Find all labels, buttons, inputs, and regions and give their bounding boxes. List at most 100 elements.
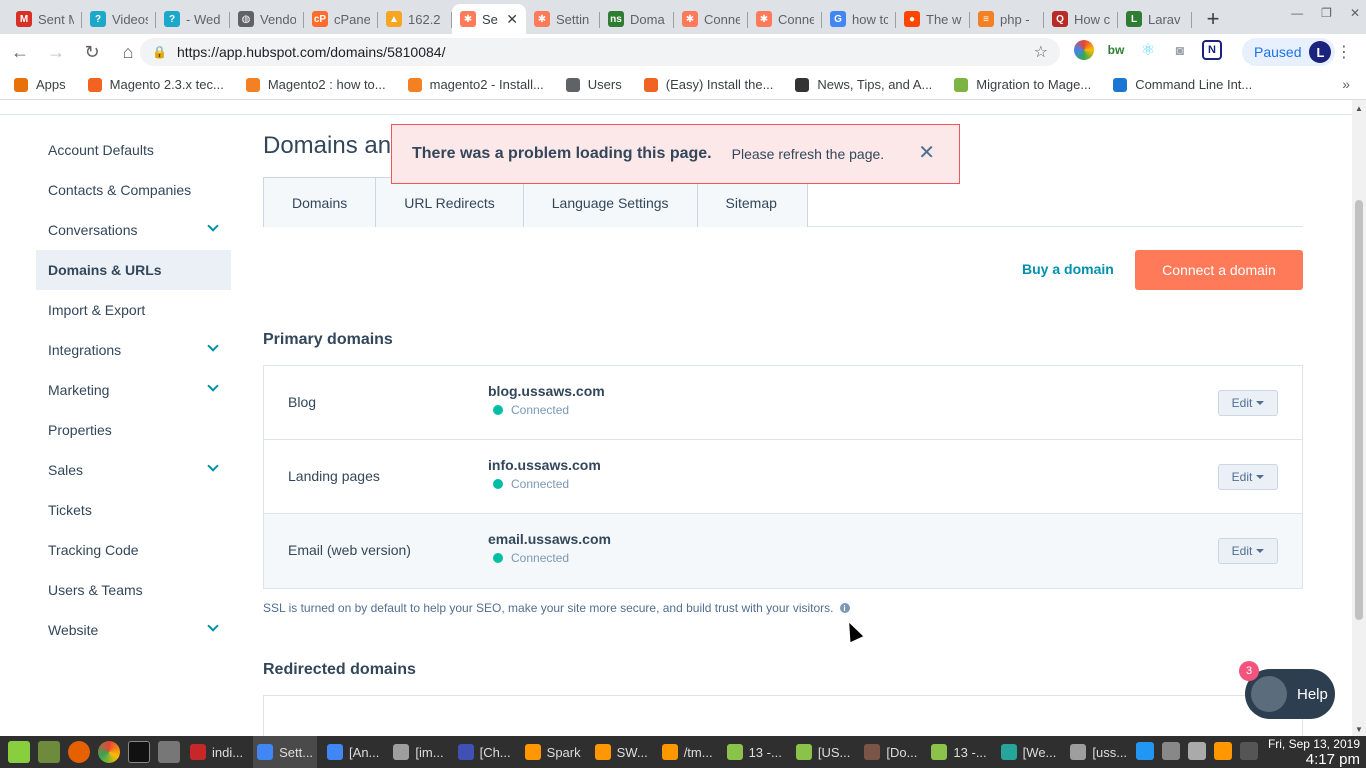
back-icon[interactable]: ← [4, 36, 36, 68]
taskbar-window[interactable]: [uss... [1066, 736, 1131, 768]
mint-menu-icon[interactable] [8, 741, 30, 763]
browser-tab[interactable]: ? Videos [82, 4, 156, 34]
taskbar-window[interactable]: [Do... [860, 736, 921, 768]
files-icon[interactable] [158, 741, 180, 763]
restore-icon[interactable]: ❐ [1321, 6, 1332, 20]
bookmark-item[interactable]: Apps [14, 77, 66, 92]
info-icon[interactable]: i [839, 603, 850, 613]
sidebar-item[interactable]: Domains & URLs [36, 250, 231, 290]
taskbar-window[interactable]: [US... [792, 736, 855, 768]
taskbar-window[interactable]: [Ch... [454, 736, 515, 768]
firefox-icon[interactable] [68, 741, 90, 763]
taskbar-window[interactable]: [We... [997, 736, 1061, 768]
help-chat-button[interactable]: 3 Help [1239, 661, 1335, 719]
taskbar-window[interactable]: [im... [389, 736, 447, 768]
browser-tab[interactable]: ◍ Vendo [230, 4, 304, 34]
browser-tab[interactable]: ▲ 162.2 [378, 4, 452, 34]
new-tab-button[interactable]: + [1198, 4, 1228, 34]
browser-tab[interactable]: ● The w [896, 4, 970, 34]
scroll-down-icon[interactable]: ▼ [1355, 725, 1363, 734]
bookmark-item[interactable]: Migration to Mage... [954, 77, 1091, 92]
network-icon[interactable] [1136, 742, 1154, 760]
buy-domain-link[interactable]: Buy a domain [1022, 261, 1114, 277]
taskbar-window[interactable]: indi... [186, 736, 247, 768]
close-icon[interactable]: ✕ [918, 143, 935, 163]
chevron-down-icon[interactable] [207, 460, 219, 472]
browser-tab[interactable]: M Sent M [8, 4, 82, 34]
taskbar-window[interactable]: /tm... [658, 736, 717, 768]
sidebar-item[interactable]: Website [36, 610, 231, 650]
browser-menu-icon[interactable]: ⋮ [1336, 42, 1352, 62]
browser-tab[interactable]: Q How c [1044, 4, 1118, 34]
chrome-icon[interactable] [98, 741, 120, 763]
sidebar-item[interactable]: Properties [36, 410, 231, 450]
sidebar-item[interactable]: Tracking Code [36, 530, 231, 570]
forward-icon[interactable]: → [40, 36, 72, 68]
app-tray-icon[interactable] [1214, 742, 1232, 760]
extension-color-icon[interactable] [1074, 40, 1094, 60]
taskbar-window[interactable]: Spark [521, 736, 585, 768]
sidebar-item[interactable]: Marketing [36, 370, 231, 410]
extension-n-icon[interactable]: N [1202, 40, 1222, 60]
bookmark-item[interactable]: magento2 - Install... [407, 77, 544, 92]
bookmarks-overflow-icon[interactable]: » [1342, 76, 1350, 92]
volume-icon[interactable] [1188, 742, 1206, 760]
sidebar-item[interactable]: Sales [36, 450, 231, 490]
bookmark-item[interactable]: Command Line Int... [1113, 77, 1252, 92]
sidebar-item[interactable]: Tickets [36, 490, 231, 530]
bookmark-item[interactable]: Users [565, 77, 622, 92]
close-window-icon[interactable]: ✕ [1350, 6, 1360, 20]
workspace-icon[interactable] [1240, 742, 1258, 760]
extension-react-icon[interactable]: ⚛ [1138, 40, 1158, 60]
bookmark-item[interactable]: Magento2 : how to... [245, 77, 386, 92]
domains-tab[interactable]: URL Redirects [376, 178, 524, 227]
browser-tab[interactable]: ns Doma [600, 4, 674, 34]
tab-close-icon[interactable]: ✕ [506, 11, 518, 28]
browser-tab[interactable]: ✱ Se ✕ [452, 4, 526, 34]
domains-tab[interactable]: Domains [264, 178, 377, 227]
edit-dropdown-button[interactable]: Edit [1218, 464, 1278, 490]
browser-tab[interactable]: Ghow tc [822, 4, 896, 34]
domains-tab[interactable]: Sitemap [698, 178, 805, 227]
browser-tab[interactable]: ✱ Conne [674, 4, 748, 34]
domains-tab[interactable]: Language Settings [524, 178, 698, 227]
sidebar-item[interactable]: Import & Export [36, 290, 231, 330]
scroll-up-icon[interactable]: ▲ [1355, 104, 1363, 113]
taskbar-window[interactable]: 13 -... [927, 736, 990, 768]
extension-camera-icon[interactable]: ◙ [1170, 40, 1190, 60]
connect-domain-button[interactable]: Connect a domain [1135, 250, 1303, 290]
bookmark-item[interactable]: Magento 2.3.x tec... [87, 77, 224, 92]
sidebar-item[interactable]: Integrations [36, 330, 231, 370]
sidebar-item[interactable]: Contacts & Companies [36, 170, 231, 210]
minimize-icon[interactable]: — [1291, 6, 1303, 20]
edit-dropdown-button[interactable]: Edit [1218, 538, 1278, 564]
sidebar-item[interactable]: Users & Teams [36, 570, 231, 610]
clock[interactable]: Fri, Sep 13, 2019 4:17 pm [1268, 737, 1360, 768]
bookmark-item[interactable]: News, Tips, and A... [795, 77, 932, 92]
browser-tab[interactable]: ≡ php - [970, 4, 1044, 34]
browser-tab[interactable]: ✱ Settin [526, 4, 600, 34]
extension-bw-icon[interactable]: bw [1106, 40, 1126, 60]
reload-icon[interactable]: ↻ [76, 36, 108, 68]
show-desktop-icon[interactable] [38, 741, 60, 763]
chevron-down-icon[interactable] [207, 380, 219, 392]
taskbar-window[interactable]: SW... [591, 736, 652, 768]
browser-tab[interactable]: ? - Wed [156, 4, 230, 34]
browser-tab[interactable]: cP cPane [304, 4, 378, 34]
browser-tab[interactable]: L Larav [1118, 4, 1192, 34]
edit-dropdown-button[interactable]: Edit [1218, 390, 1278, 416]
page-scrollbar[interactable]: ▲ ▼ [1352, 100, 1366, 736]
bookmark-star-icon[interactable]: ☆ [1034, 42, 1048, 62]
scrollbar-thumb[interactable] [1355, 200, 1363, 620]
profile-button[interactable]: Paused L [1242, 38, 1336, 66]
terminal-icon[interactable] [128, 741, 150, 763]
browser-tab[interactable]: ✱ Conne [748, 4, 822, 34]
url-text[interactable]: https://app.hubspot.com/domains/5810084/ [177, 44, 446, 60]
chevron-down-icon[interactable] [207, 220, 219, 232]
sidebar-item[interactable]: Conversations [36, 210, 231, 250]
bookmark-item[interactable]: (Easy) Install the... [643, 77, 773, 92]
address-bar[interactable]: 🔒 https://app.hubspot.com/domains/581008… [140, 38, 1060, 66]
taskbar-window[interactable]: Sett... [253, 736, 318, 768]
taskbar-window[interactable]: 13 -... [723, 736, 786, 768]
tools-icon[interactable] [1162, 742, 1180, 760]
